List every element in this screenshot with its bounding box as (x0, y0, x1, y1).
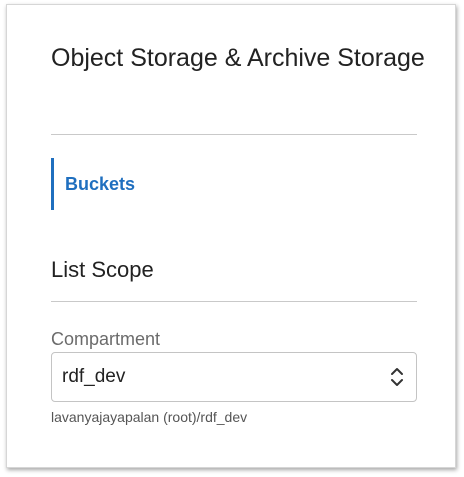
compartment-path: lavanyajayapalan (root)/rdf_dev (51, 409, 248, 425)
list-scope-title: List Scope (51, 257, 154, 282)
nav-item-label: Buckets (65, 173, 136, 194)
compartment-select[interactable]: rdf_dev (51, 352, 417, 402)
compartment-select-value: rdf_dev (62, 366, 126, 387)
panel-title: Object Storage & Archive Storage (51, 44, 425, 72)
chevron-up-down-icon (390, 365, 404, 389)
title-divider (51, 134, 417, 135)
compartment-label: Compartment (51, 329, 161, 349)
list-scope-divider (51, 301, 417, 302)
nav-item-buckets[interactable]: Buckets (51, 158, 251, 210)
navigation-panel: Object Storage & Archive Storage Buckets… (6, 4, 456, 468)
